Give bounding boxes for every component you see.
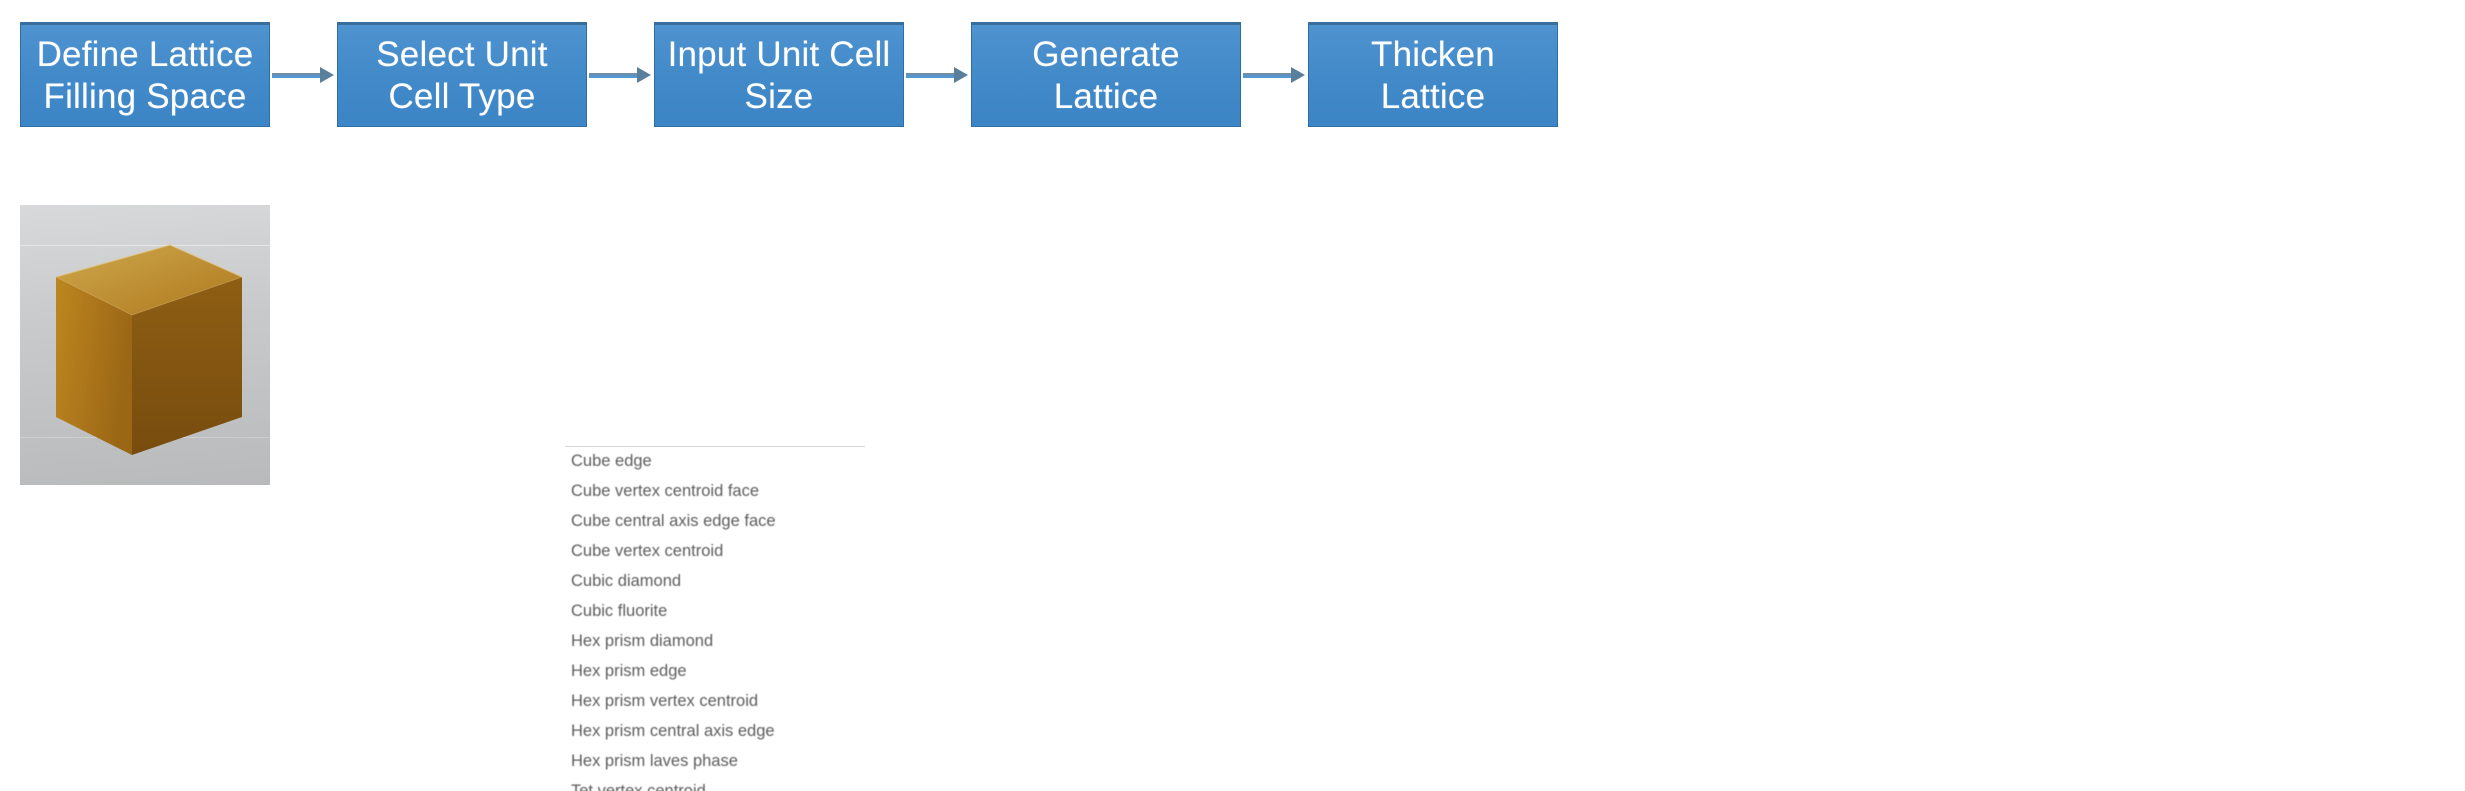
solid-cuboid-render xyxy=(20,205,270,485)
list-item[interactable]: Cube edge xyxy=(565,446,865,476)
arrow-head-icon xyxy=(637,67,651,83)
list-item[interactable]: Tet vertex centroid xyxy=(565,776,865,791)
flow-arrow-3 xyxy=(906,67,968,83)
unit-cell-options[interactable]: Cube edge Cube vertex centroid face Cube… xyxy=(565,446,865,791)
flow-step-generate-lattice[interactable]: Generate Lattice xyxy=(971,22,1241,127)
list-item[interactable]: Hex prism diamond xyxy=(565,626,865,656)
list-item[interactable]: Cube central axis edge face xyxy=(565,506,865,536)
flow-step-label: Generate Lattice xyxy=(1032,35,1180,116)
flow-step-thicken-lattice[interactable]: Thicken Lattice xyxy=(1308,22,1558,127)
flow-arrow-4 xyxy=(1243,67,1305,83)
arrow-head-icon xyxy=(1291,67,1305,83)
arrow-head-icon xyxy=(320,67,334,83)
arrow-shaft xyxy=(1243,73,1292,78)
cuboid-geometry xyxy=(55,244,243,455)
flow-step-select-unit-cell-type[interactable]: Select Unit Cell Type xyxy=(337,22,587,127)
flow-arrow-1 xyxy=(272,67,334,83)
list-item[interactable]: Hex prism laves phase xyxy=(565,746,865,776)
arrow-shaft xyxy=(272,73,321,78)
list-item[interactable]: Cubic diamond xyxy=(565,566,865,596)
flow-step-label: Define Lattice Filling Space xyxy=(36,35,254,116)
flow-step-label: Select Unit Cell Type xyxy=(376,35,548,116)
arrow-shaft xyxy=(589,73,638,78)
flow-step-label: Input Unit Cell Size xyxy=(667,35,891,116)
arrow-shaft xyxy=(906,73,955,78)
flow-step-label: Thicken Lattice xyxy=(1371,35,1495,116)
unit-cell-type-list[interactable]: Cube edge Cube vertex centroid face Cube… xyxy=(565,446,865,791)
arrow-head-icon xyxy=(954,67,968,83)
list-item[interactable]: Cubic fluorite xyxy=(565,596,865,626)
process-flow-row: Define Lattice Filling Space Select Unit… xyxy=(0,0,2465,150)
list-item[interactable]: Hex prism edge xyxy=(565,656,865,686)
flow-step-input-unit-cell-size[interactable]: Input Unit Cell Size xyxy=(654,22,904,127)
list-item[interactable]: Cube vertex centroid xyxy=(565,536,865,566)
list-item[interactable]: Cube vertex centroid face xyxy=(565,476,865,506)
list-item[interactable]: Hex prism vertex centroid xyxy=(565,686,865,716)
flow-step-define-lattice-filling-space[interactable]: Define Lattice Filling Space xyxy=(20,22,270,127)
flow-arrow-2 xyxy=(589,67,651,83)
lattice-workflow-figure: Define Lattice Filling Space Select Unit… xyxy=(0,0,2465,791)
list-item[interactable]: Hex prism central axis edge xyxy=(565,716,865,746)
